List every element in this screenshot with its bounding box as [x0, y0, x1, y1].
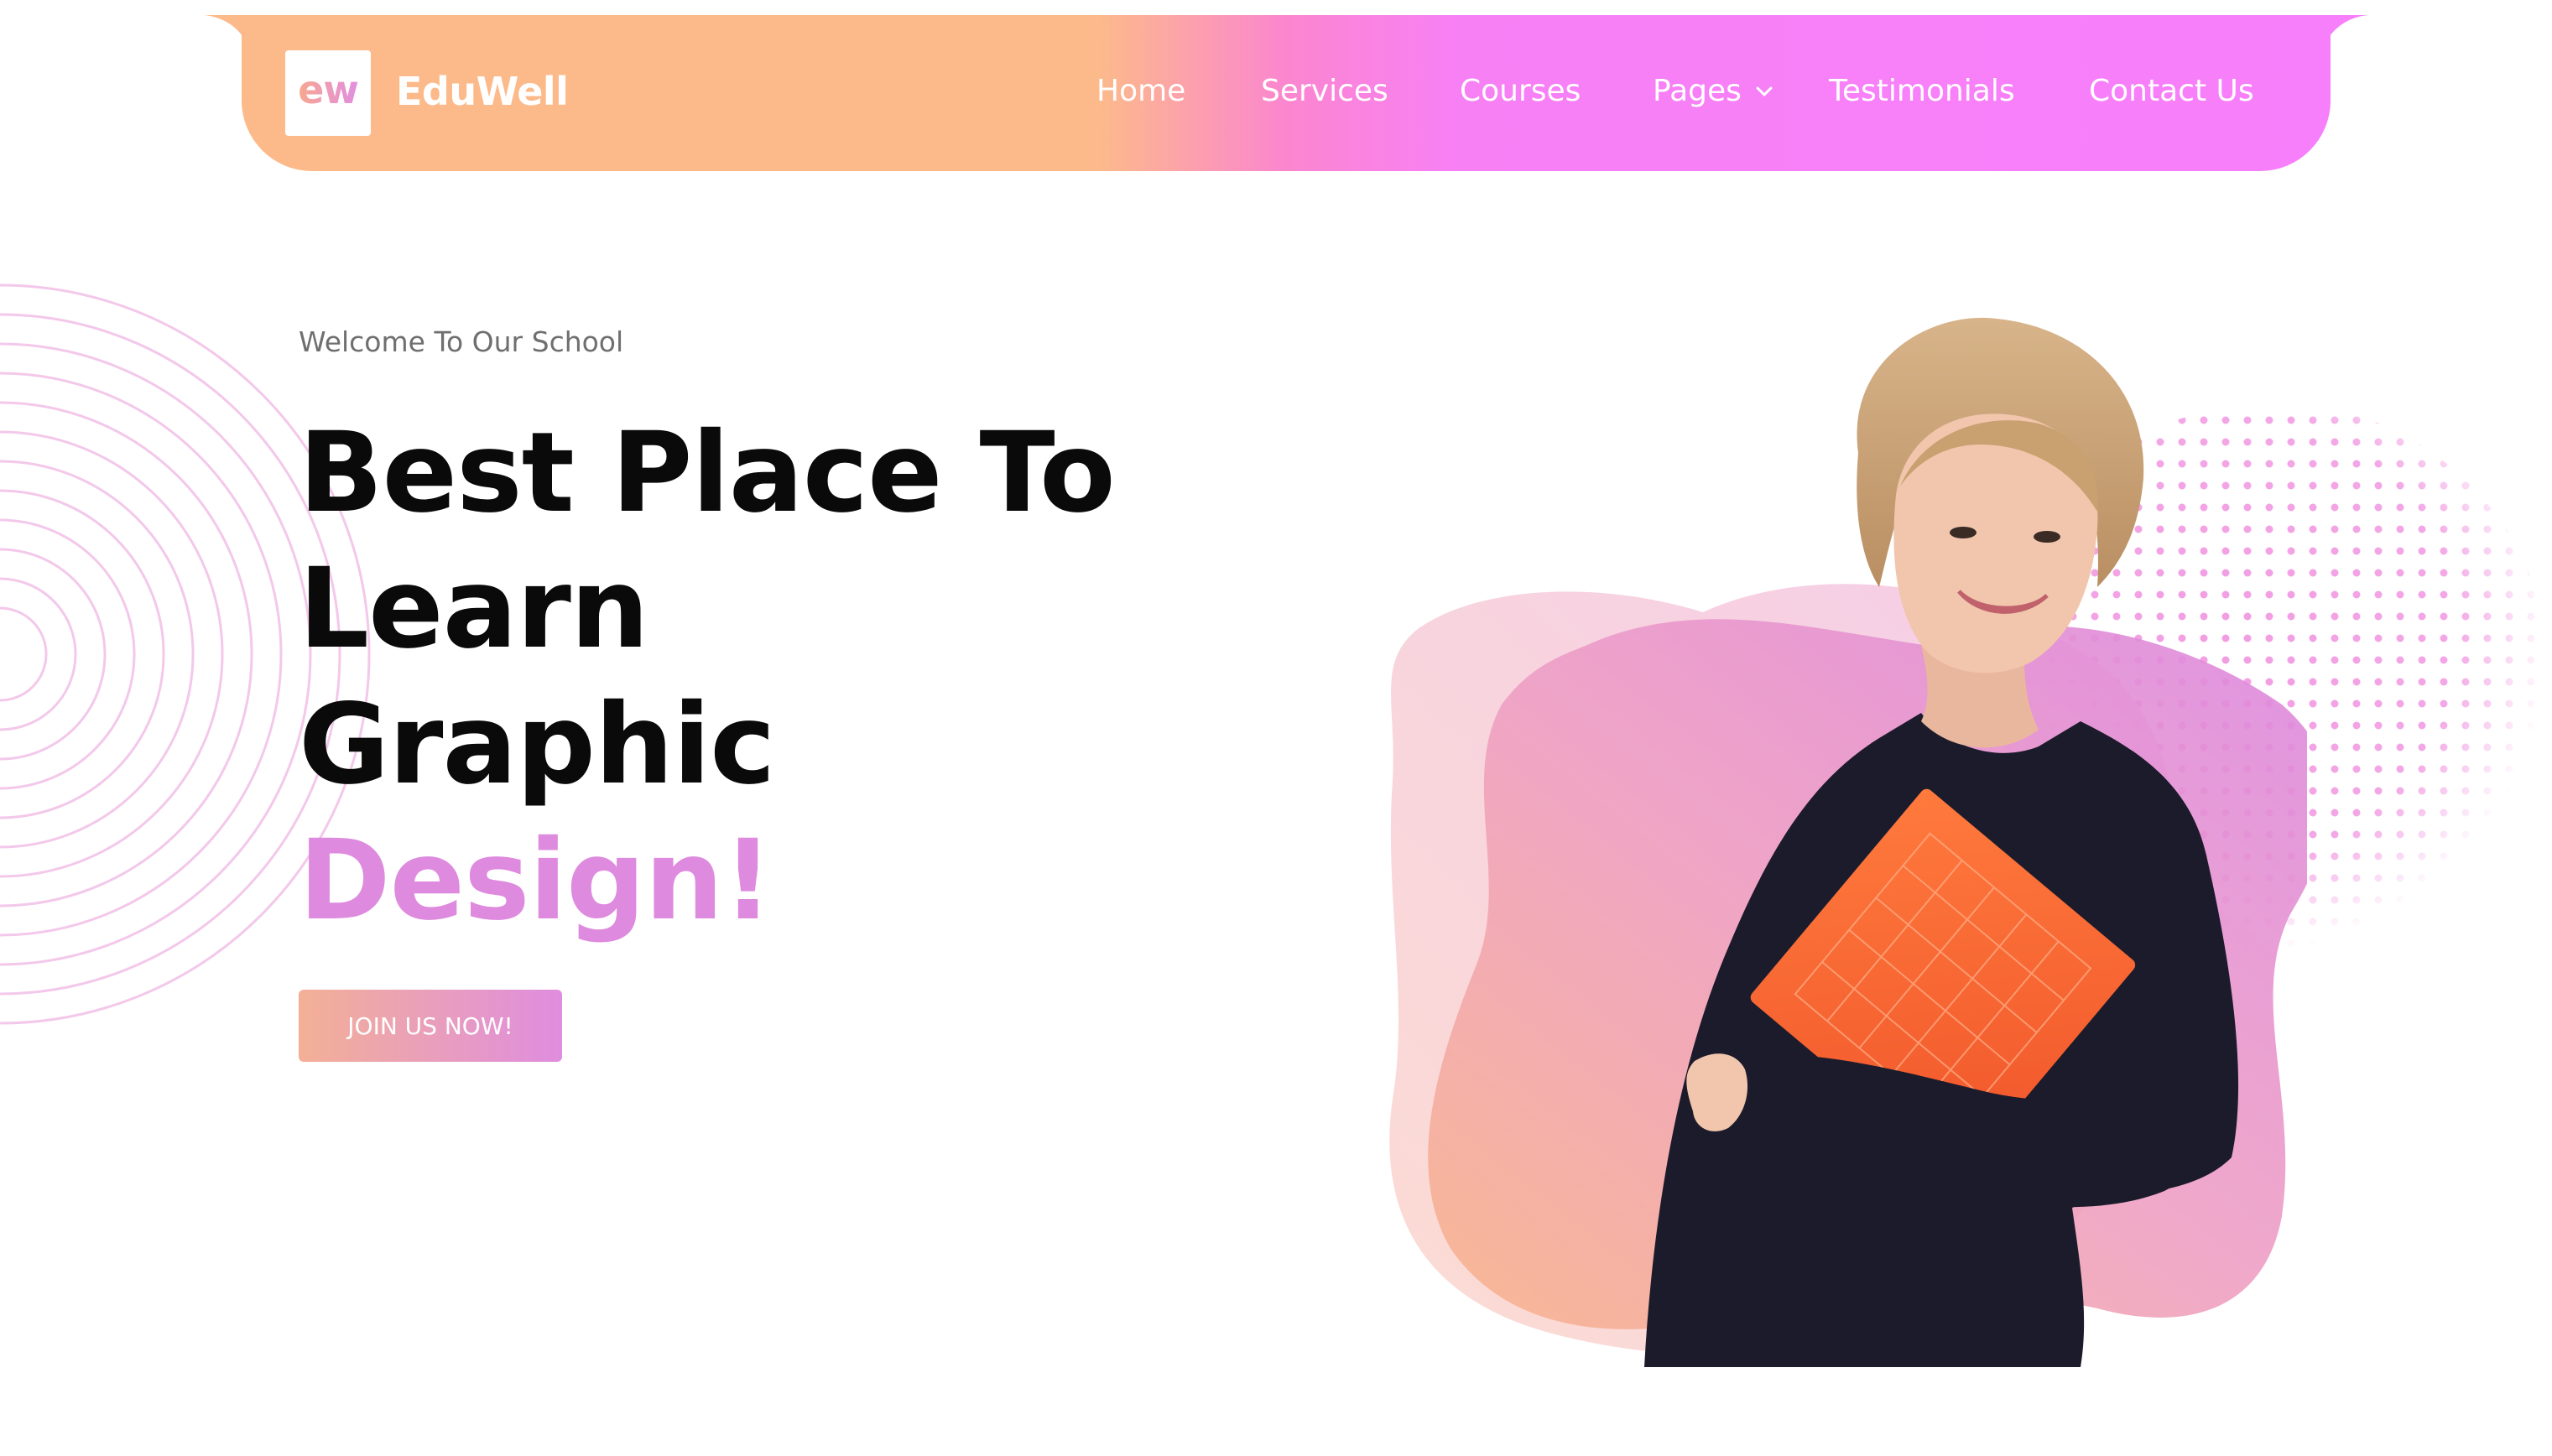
- student-eye-left: [1950, 527, 1976, 538]
- hero-headline-line-2: Learn: [299, 544, 649, 673]
- nav-testimonials[interactable]: Testimonials: [1829, 74, 2015, 108]
- nav-courses[interactable]: Courses: [1460, 74, 1581, 108]
- logo-mark: ew: [298, 67, 359, 112]
- nav-contact-us[interactable]: Contact Us: [2089, 74, 2254, 108]
- hero-headline-line-3: Graphic: [299, 680, 775, 809]
- nav-pages-dropdown[interactable]: Pages: [1653, 74, 1773, 108]
- landing-page: ew EduWell Home Services Courses Pages T…: [0, 0, 2552, 1456]
- hero-illustration: [1389, 317, 2307, 1367]
- student-eye-right: [2034, 531, 2060, 543]
- chevron-down-icon: [1756, 86, 1773, 96]
- join-us-button[interactable]: JOIN US NOW!: [299, 990, 562, 1062]
- logo[interactable]: ew: [285, 50, 371, 136]
- hero-headline-line-1: Best Place To: [299, 408, 1116, 538]
- nav-pages-label: Pages: [1653, 74, 1742, 108]
- hero-eyebrow: Welcome To Our School: [299, 325, 624, 358]
- nav-home[interactable]: Home: [1096, 74, 1185, 108]
- brand-name[interactable]: EduWell: [396, 69, 569, 114]
- hero-headline-accent: Design!: [299, 816, 773, 945]
- nav-services[interactable]: Services: [1261, 74, 1388, 108]
